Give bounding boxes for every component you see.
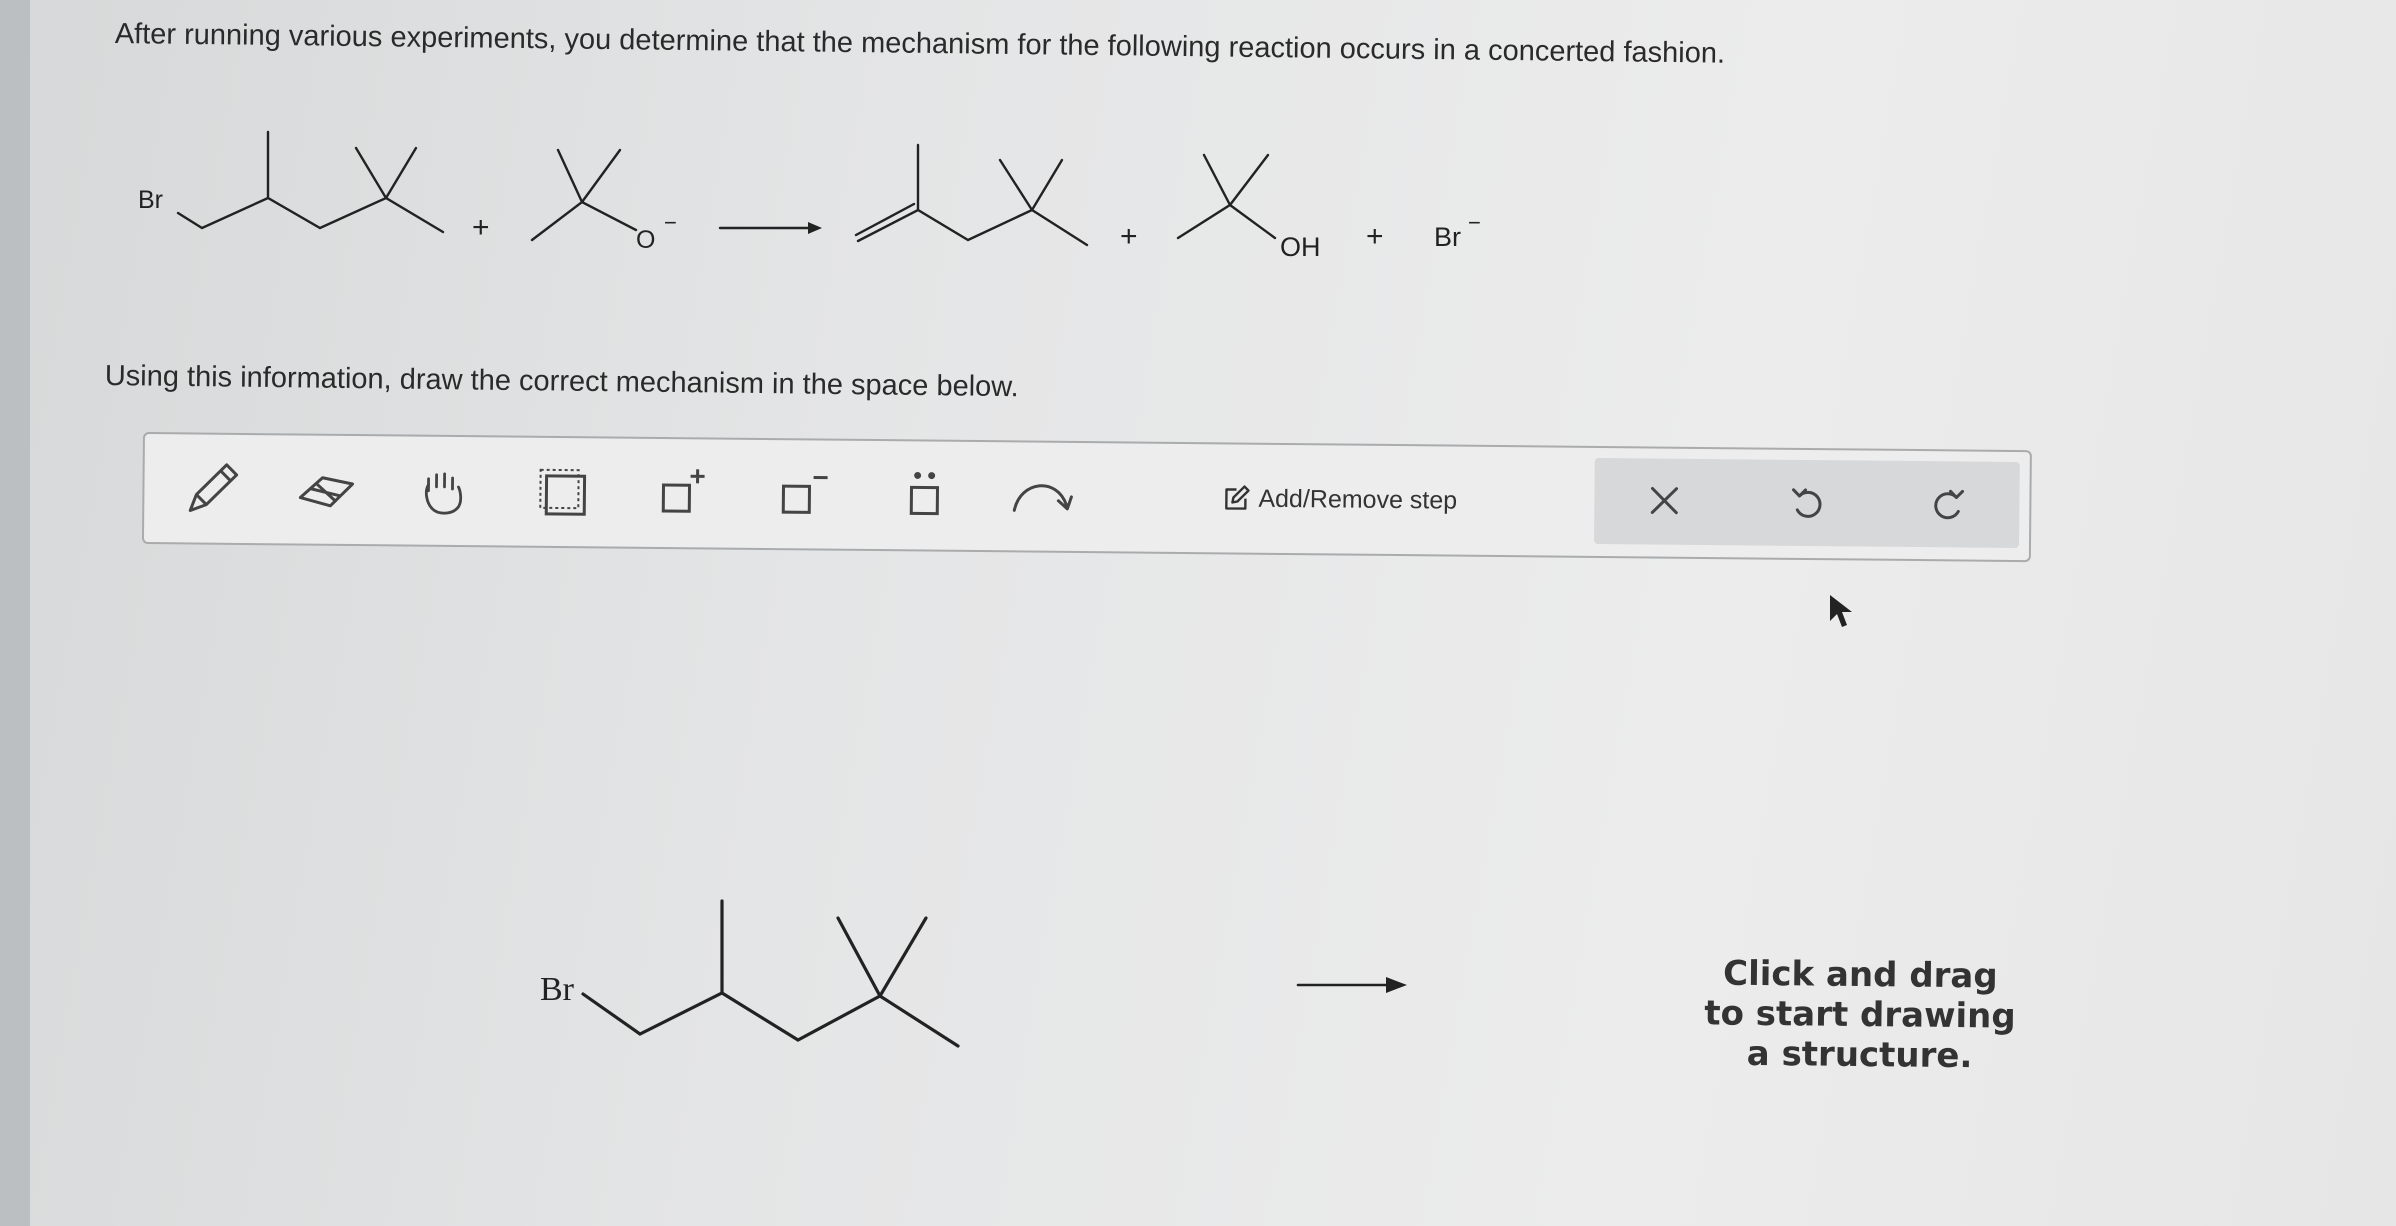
undo-button[interactable] xyxy=(1777,472,1838,533)
oxide-charge: − xyxy=(664,210,677,235)
drawing-canvas[interactable] xyxy=(140,565,2030,1185)
lone-pair-tool[interactable] xyxy=(892,463,957,528)
redo-icon xyxy=(1934,489,1965,520)
reactant1-br-label: Br xyxy=(138,186,163,214)
add-remove-step-label: Add/Remove step xyxy=(1258,484,1458,515)
redo-button[interactable] xyxy=(1918,473,1979,534)
lone-pair-icon xyxy=(909,471,940,516)
positive-charge-tool[interactable] xyxy=(649,461,714,526)
undo-icon xyxy=(1792,488,1822,518)
plus-sign-1: + xyxy=(472,211,490,244)
negative-charge-icon xyxy=(781,475,828,514)
hand-icon xyxy=(424,472,463,515)
pencil-tool[interactable] xyxy=(180,456,245,521)
oxide-o-label: O xyxy=(636,226,655,254)
plus-sign-2: + xyxy=(1120,220,1138,253)
curved-arrow-icon xyxy=(1012,484,1073,512)
tbutanol-oh-label: OH xyxy=(1280,232,1321,262)
action-button-group xyxy=(1593,457,2020,549)
tbutoxide-skeleton xyxy=(530,200,638,242)
edit-icon xyxy=(1225,485,1250,510)
curved-arrow-tool[interactable] xyxy=(1010,464,1075,529)
close-icon xyxy=(1650,486,1679,515)
drawing-toolbar: Add/Remove step xyxy=(141,432,2032,563)
eraser-tool[interactable] xyxy=(294,457,359,522)
bromide-br-label: Br xyxy=(1434,222,1461,252)
selection-box-icon xyxy=(539,468,587,516)
pencil-icon xyxy=(188,463,239,512)
bromide-charge: − xyxy=(1468,210,1481,235)
drawing-prompt: Click and drag to start drawing a struct… xyxy=(1704,953,2016,1077)
clear-button[interactable] xyxy=(1634,470,1695,531)
plus-sign-3: + xyxy=(1366,220,1384,253)
reactant1-skeleton xyxy=(176,196,445,234)
eraser-icon xyxy=(298,476,355,508)
add-remove-step-button[interactable]: Add/Remove step xyxy=(1222,474,1457,524)
positive-charge-icon xyxy=(661,469,705,513)
tbutanol-skeleton xyxy=(1176,203,1277,240)
negative-charge-tool[interactable] xyxy=(769,462,834,527)
reaction-arrowhead xyxy=(808,222,822,234)
hand-tool[interactable] xyxy=(412,459,477,524)
select-tool[interactable] xyxy=(534,460,599,525)
